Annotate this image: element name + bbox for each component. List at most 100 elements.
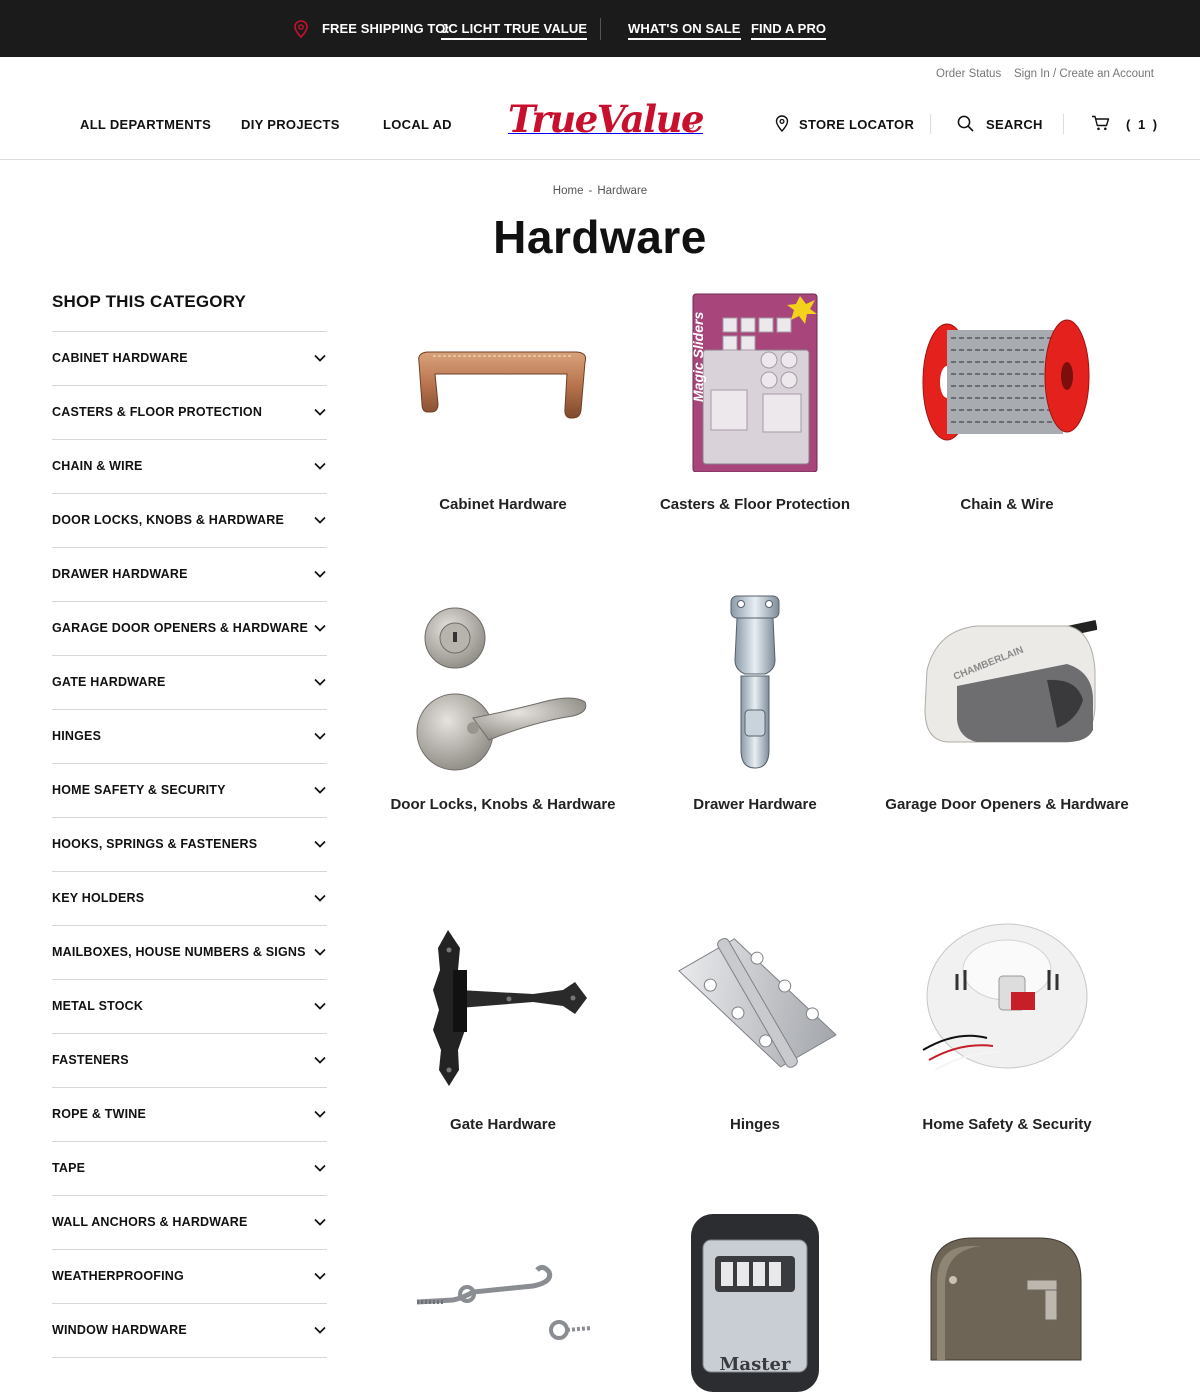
sidebar-item-fasteners[interactable]: FASTENERS [52, 1034, 327, 1088]
order-status-link[interactable]: Order Status [936, 68, 1001, 80]
lock-box-icon: Master [691, 1214, 819, 1392]
sidebar-item-label: HOOKS, SPRINGS & FASTENERS [52, 837, 258, 851]
sidebar-item-label: KEY HOLDERS [52, 891, 145, 905]
sign-in-link[interactable]: Sign In / Create an Account [1014, 68, 1154, 80]
breadcrumb-current: Hardware [597, 185, 648, 197]
search-button[interactable]: SEARCH [986, 117, 1043, 132]
sidebar-item-label: WEATHERPROOFING [52, 1269, 184, 1283]
cart-icon[interactable] [1091, 115, 1110, 131]
category-label: Gate Hardware [450, 1116, 556, 1133]
mailbox-icon [930, 1237, 1082, 1361]
sidebar-item-label: CASTERS & FLOOR PROTECTION [52, 405, 263, 419]
location-pin-icon[interactable] [775, 115, 789, 132]
logo-text: TrueValue [508, 97, 705, 141]
sidebar-item-label: GATE HARDWARE [52, 675, 166, 689]
sidebar-item-label: HINGES [52, 729, 102, 743]
sidebar-item-label: CHAIN & WIRE [52, 459, 143, 473]
sidebar-item-label: MAILBOXES, HOUSE NUMBERS & SIGNS [52, 945, 306, 959]
free-shipping-label: FREE SHIPPING TO: [322, 21, 450, 36]
find-a-pro-link[interactable]: FIND A PRO [751, 21, 827, 40]
chevron-down-icon [314, 786, 326, 794]
sidebar-item-rope-twine[interactable]: ROPE & TWINE [52, 1088, 327, 1142]
breadcrumb: Home - Hardware [0, 185, 1200, 197]
sidebar-item-mailboxes[interactable]: MAILBOXES, HOUSE NUMBERS & SIGNS [52, 926, 327, 980]
breadcrumb-home[interactable]: Home [553, 185, 584, 197]
sidebar-item-casters-floor-protection[interactable]: CASTERS & FLOOR PROTECTION [52, 386, 327, 440]
sidebar-item-label: CABINET HARDWARE [52, 351, 188, 365]
category-label: Cabinet Hardware [439, 496, 567, 513]
sidebar-item-home-safety[interactable]: HOME SAFETY & SECURITY [52, 764, 327, 818]
smoke-detector-icon [922, 923, 1088, 1071]
sidebar-item-label: FASTENERS [52, 1053, 129, 1067]
sidebar-item-label: HOME SAFETY & SECURITY [52, 783, 226, 797]
sidebar-item-label: WALL ANCHORS & HARDWARE [52, 1215, 248, 1229]
sidebar-item-garage-door[interactable]: GARAGE DOOR OPENERS & HARDWARE [52, 602, 327, 656]
butt-hinge-icon [678, 937, 837, 1068]
chevron-down-icon [314, 462, 326, 470]
sidebar-item-gate-hardware[interactable]: GATE HARDWARE [52, 656, 327, 710]
map-pin-icon [294, 20, 308, 38]
chevron-down-icon [314, 570, 326, 578]
sidebar-item-weatherproofing[interactable]: WEATHERPROOFING [52, 1250, 327, 1304]
sidebar-item-label: ROPE & TWINE [52, 1107, 147, 1121]
door-lock-icon [416, 607, 587, 771]
chevron-down-icon [314, 948, 326, 956]
category-label: Chain & Wire [960, 496, 1054, 513]
felt-pads-icon: Magic Sliders [690, 293, 818, 472]
promo-divider [600, 18, 601, 40]
chevron-down-icon [314, 732, 326, 740]
chevron-down-icon [314, 624, 326, 632]
page-title: Hardware [493, 211, 707, 263]
chevron-down-icon [314, 1272, 326, 1280]
lock-box-brand-text: Master [720, 1354, 791, 1375]
header-divider [1063, 114, 1064, 134]
cabinet-pull-icon [418, 351, 586, 419]
sidebar-item-wall-anchors[interactable]: WALL ANCHORS & HARDWARE [52, 1196, 327, 1250]
sidebar-item-label: DRAWER HARDWARE [52, 567, 188, 581]
sidebar-item-hooks-springs[interactable]: HOOKS, SPRINGS & FASTENERS [52, 818, 327, 872]
nav-diy-projects[interactable]: DIY PROJECTS [241, 117, 340, 132]
nav-local-ad[interactable]: LOCAL AD [383, 117, 452, 132]
sidebar-item-hinges[interactable]: HINGES [52, 710, 327, 764]
sidebar-item-label: METAL STOCK [52, 999, 144, 1013]
header-divider [930, 114, 931, 134]
sidebar-item-label: WINDOW HARDWARE [52, 1323, 187, 1337]
latch-icon [730, 595, 780, 769]
whats-on-sale-link[interactable]: WHAT'S ON SALE [628, 21, 741, 40]
chevron-down-icon [314, 840, 326, 848]
hook-eye-icon [416, 1264, 592, 1340]
sidebar-item-window-hardware[interactable]: WINDOW HARDWARE [52, 1304, 327, 1358]
sidebar-title: SHOP THIS CATEGORY [52, 292, 247, 311]
chevron-down-icon [314, 1056, 326, 1064]
category-label: Hinges [729, 1116, 780, 1133]
chevron-down-icon [314, 678, 326, 686]
chevron-down-icon [314, 1110, 326, 1118]
chevron-down-icon [314, 1218, 326, 1226]
category-label: Door Locks, Knobs & Hardware [390, 796, 616, 813]
t-hinge-icon [433, 930, 587, 1086]
chevron-down-icon [314, 1164, 326, 1172]
sidebar-item-tape[interactable]: TAPE [52, 1142, 327, 1196]
nav-all-departments[interactable]: ALL DEPARTMENTS [80, 117, 211, 132]
category-label: Casters & Floor Protection [659, 496, 851, 513]
chain-spool-icon [922, 319, 1090, 441]
sidebar-item-key-holders[interactable]: KEY HOLDERS [52, 872, 327, 926]
breadcrumb-separator: - [588, 185, 593, 197]
cart-count[interactable]: ( 1 ) [1126, 117, 1159, 132]
sidebar-item-cabinet-hardware[interactable]: CABINET HARDWARE [52, 332, 327, 386]
true-value-logo[interactable]: TrueValue [508, 97, 705, 141]
search-icon[interactable] [957, 115, 974, 132]
chevron-down-icon [314, 894, 326, 902]
garage-opener-icon: CHAMBERLAIN [924, 619, 1097, 743]
store-locator-link[interactable]: STORE LOCATOR [799, 117, 914, 132]
shipping-store-link[interactable]: JC LICHT TRUE VALUE [441, 21, 588, 40]
sidebar-item-label: TAPE [52, 1161, 86, 1175]
category-label: Drawer Hardware [693, 796, 817, 813]
chevron-down-icon [314, 354, 326, 362]
chevron-down-icon [314, 1002, 326, 1010]
sidebar-item-chain-wire[interactable]: CHAIN & WIRE [52, 440, 327, 494]
sidebar-item-metal-stock[interactable]: METAL STOCK [52, 980, 327, 1034]
category-sidebar: CABINET HARDWARE CASTERS & FLOOR PROTECT… [52, 331, 327, 1358]
sidebar-item-drawer-hardware[interactable]: DRAWER HARDWARE [52, 548, 327, 602]
sidebar-item-door-locks[interactable]: DOOR LOCKS, KNOBS & HARDWARE [52, 494, 327, 548]
